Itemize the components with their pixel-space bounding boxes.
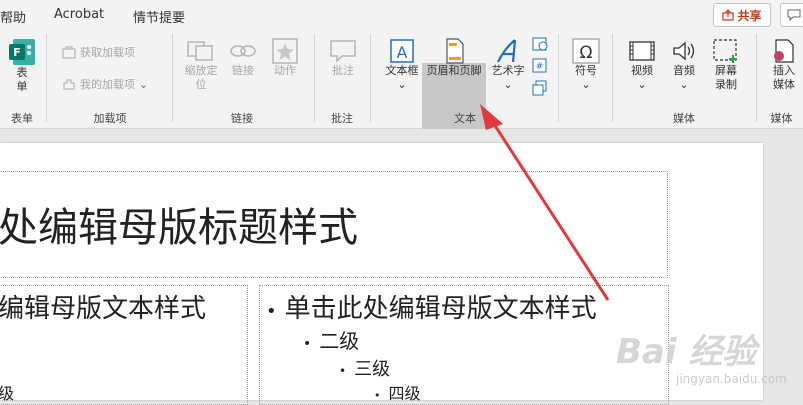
arrow-head-icon (480, 104, 503, 130)
arrow-shaft (488, 117, 610, 301)
annotation-arrow (480, 104, 610, 301)
